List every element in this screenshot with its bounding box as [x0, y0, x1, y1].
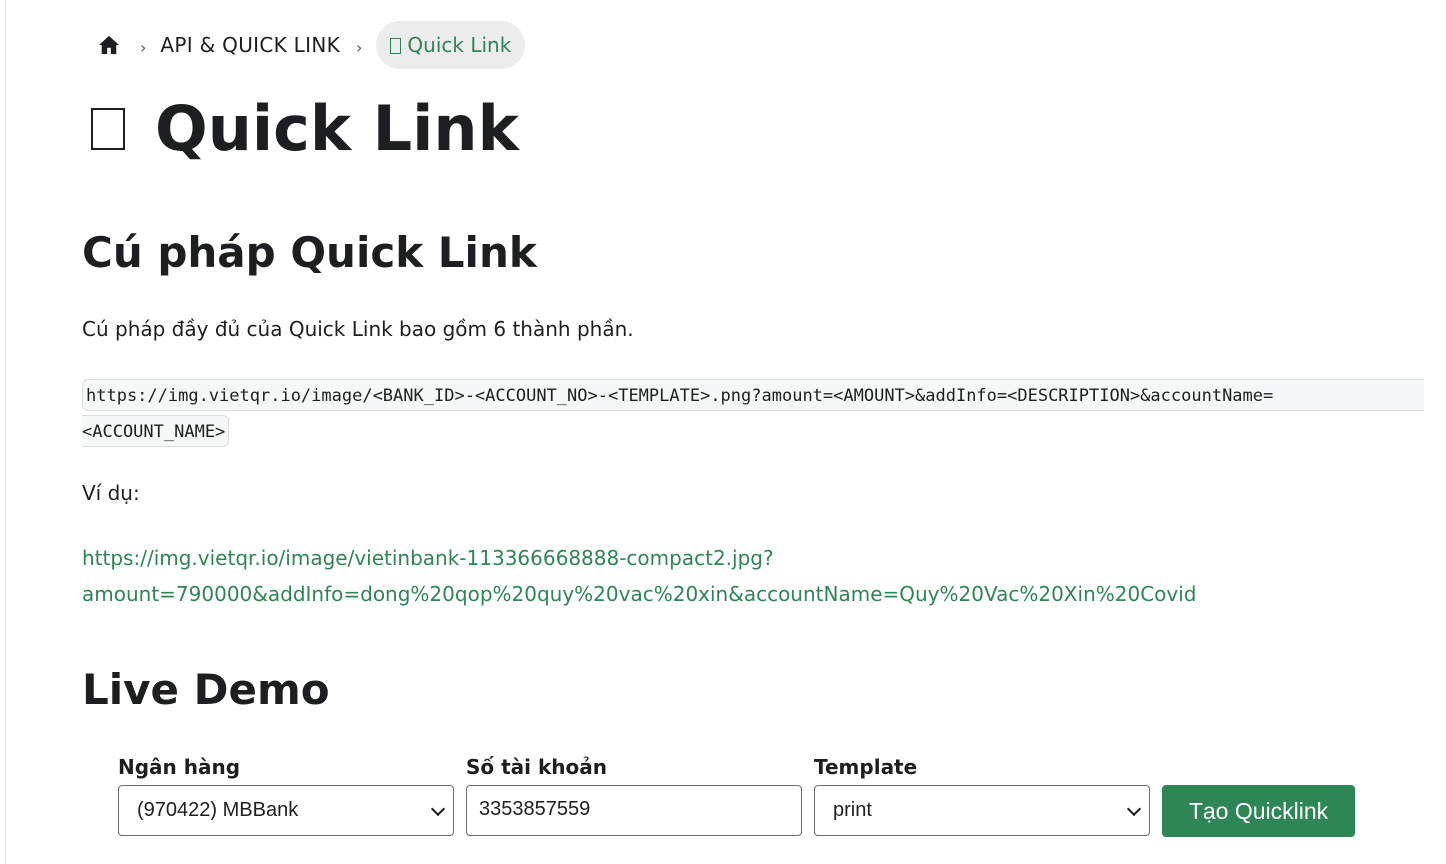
bank-select[interactable]: (970422) MBBank: [118, 785, 454, 836]
syntax-code-line-1: https://img.vietqr.io/image/<BANK_ID>-<A…: [82, 379, 1424, 411]
breadcrumb-separator: ›: [356, 37, 363, 57]
syntax-description: Cú pháp đầy đủ của Quick Link bao gồm 6 …: [82, 317, 634, 341]
breadcrumb-current: Quick Link: [376, 21, 526, 69]
template-select[interactable]: print: [814, 785, 1150, 836]
breadcrumb-current-label: Quick Link: [407, 33, 512, 57]
account-number-value: 3353857559: [479, 798, 591, 820]
breadcrumb-separator: ›: [140, 37, 147, 57]
bank-field: Ngân hàng (970422) MBBank: [118, 755, 454, 836]
breadcrumb: › API & QUICK LINK › Quick Link: [94, 21, 526, 69]
account-label: Số tài khoản: [466, 755, 607, 779]
page-left-border: [5, 0, 6, 864]
missing-glyph-icon: [91, 107, 125, 150]
bank-label: Ngân hàng: [118, 755, 241, 779]
example-link-text: https://img.vietqr.io/image/vietinbank-1…: [82, 546, 1197, 606]
page-title: Quick Link: [82, 92, 519, 165]
home-icon: [99, 35, 119, 55]
example-link[interactable]: https://img.vietqr.io/image/vietinbank-1…: [82, 540, 1196, 612]
page-title-text: Quick Link: [155, 92, 519, 165]
section-heading-syntax: Cú pháp Quick Link: [82, 228, 537, 277]
create-quicklink-button[interactable]: Tạo Quicklink: [1162, 785, 1355, 837]
chevron-down-icon: [430, 801, 446, 817]
template-label: Template: [814, 755, 918, 779]
breadcrumb-api-quick-link[interactable]: API & QUICK LINK: [160, 33, 340, 57]
chevron-down-icon: [1126, 801, 1142, 817]
syntax-code-line-2: <ACCOUNT_NAME>: [82, 415, 230, 447]
missing-glyph-icon: [390, 38, 402, 54]
account-number-input[interactable]: 3353857559: [466, 785, 802, 836]
section-heading-live-demo: Live Demo: [82, 665, 330, 714]
bank-select-value: (970422) MBBank: [137, 799, 299, 821]
account-field: Số tài khoản 3353857559: [466, 755, 802, 836]
template-field: Template print: [814, 755, 1150, 836]
breadcrumb-home[interactable]: [94, 30, 124, 60]
example-label: Ví dụ:: [82, 481, 140, 505]
template-select-value: print: [833, 799, 872, 821]
syntax-code: https://img.vietqr.io/image/<BANK_ID>-<A…: [82, 379, 1424, 450]
